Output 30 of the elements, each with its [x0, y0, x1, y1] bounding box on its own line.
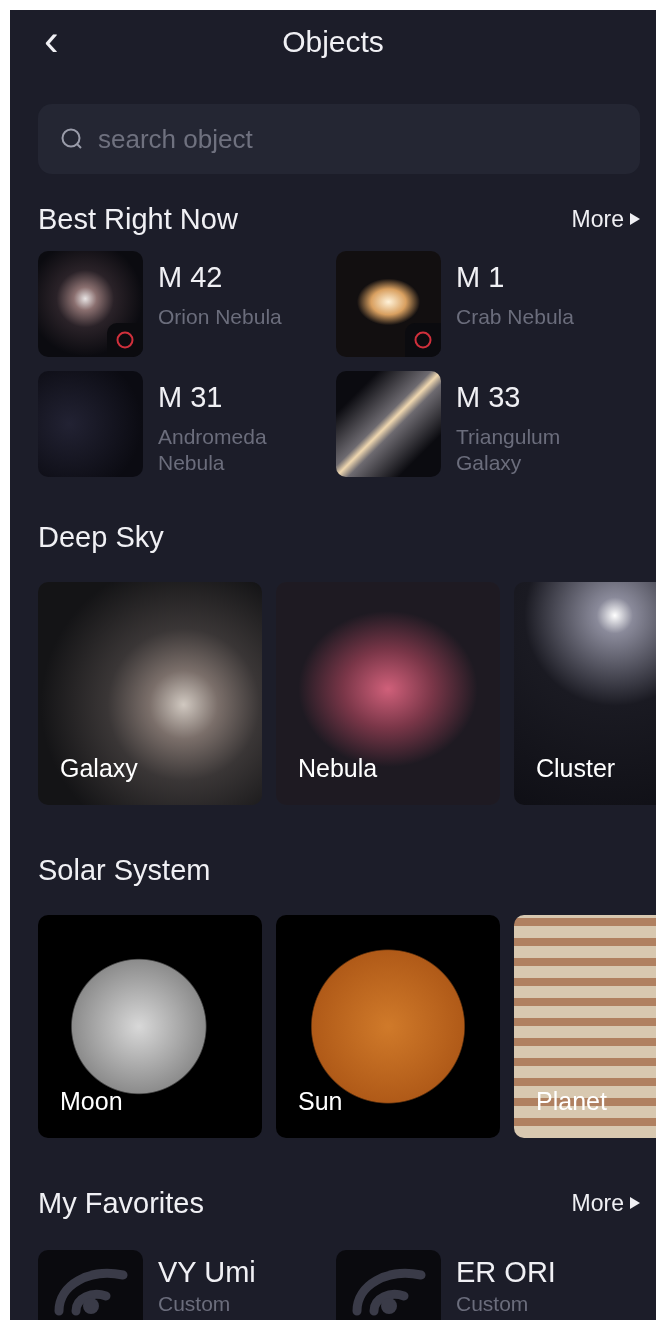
- category-card[interactable]: Nebula: [276, 582, 500, 805]
- object-type: Orion Nebula: [158, 304, 283, 330]
- object-name: M 42: [158, 261, 224, 294]
- object-name: M 1: [456, 261, 506, 294]
- object-type: Triangulum Galaxy: [456, 424, 562, 476]
- section-title: My Favorites: [38, 1186, 204, 1220]
- object-type: Andromeda Nebula: [158, 424, 268, 476]
- object-name: M 31: [158, 381, 224, 414]
- object-type: Custom: [456, 1293, 530, 1315]
- back-button[interactable]: ‹: [38, 20, 65, 60]
- section-title: Deep Sky: [38, 520, 164, 554]
- category-card[interactable]: Moon: [38, 915, 262, 1138]
- object-type: Custom: [158, 1293, 232, 1315]
- category-card[interactable]: Cluster: [514, 582, 656, 805]
- target-icon: [405, 323, 441, 357]
- object-name: ER ORI: [456, 1256, 557, 1289]
- section-title: Solar System: [38, 853, 211, 887]
- triangle-icon: [630, 1197, 640, 1209]
- search-field[interactable]: search object: [38, 104, 640, 174]
- target-icon: [107, 323, 143, 357]
- triangle-icon: [630, 213, 640, 225]
- more-link[interactable]: More: [571, 1189, 640, 1217]
- object-name: VY Umi: [158, 1256, 257, 1289]
- object-type: Crab Nebula: [456, 304, 575, 330]
- page-title: Objects: [282, 25, 384, 59]
- more-link[interactable]: More: [571, 205, 640, 233]
- object-name: M 33: [456, 381, 522, 414]
- category-card[interactable]: Galaxy: [38, 582, 262, 805]
- category-card[interactable]: Sun: [276, 915, 500, 1138]
- section-title: Best Right Now: [38, 202, 238, 236]
